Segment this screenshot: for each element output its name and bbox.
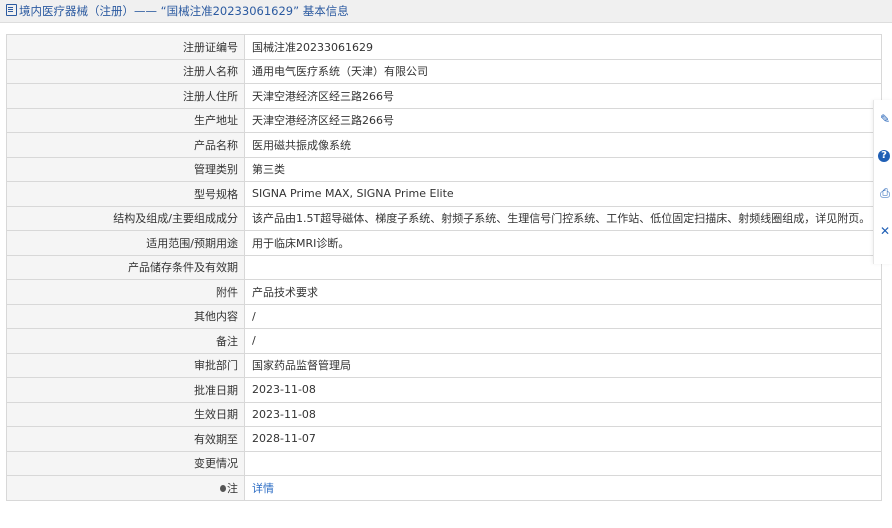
note-label: 注 [227, 481, 238, 495]
table-row: 结构及组成/主要组成成分 该产品由1.5T超导磁体、梯度子系统、射频子系统、生理信… [6, 205, 882, 231]
row-label: 注册人名称 [6, 58, 245, 84]
table-row: 注册证编号 国械注准20233061629 [6, 34, 882, 60]
table-row: 型号规格 SIGNA Prime MAX, SIGNA Prime Elite [6, 181, 882, 207]
row-value: 通用电气医疗系统（天津）有限公司 [244, 58, 882, 84]
row-value: 用于临床MRI诊断。 [244, 230, 882, 256]
row-value: 该产品由1.5T超导磁体、梯度子系统、射频子系统、生理信号门控系统、工作站、低位… [244, 205, 882, 231]
row-value: 2028-11-07 [244, 426, 882, 452]
pin-icon [220, 484, 226, 492]
row-value: 医用磁共振成像系统 [244, 132, 882, 158]
table-row: 有效期至 2028-11-07 [6, 426, 882, 452]
table-row: 产品名称 医用磁共振成像系统 [6, 132, 882, 158]
row-value: SIGNA Prime MAX, SIGNA Prime Elite [244, 181, 882, 207]
row-label: 注册证编号 [6, 34, 245, 60]
row-label: 产品储存条件及有效期 [6, 254, 245, 280]
table-row: 备注 / [6, 328, 882, 354]
table-row: 注册人名称 通用电气医疗系统（天津）有限公司 [6, 58, 882, 84]
row-label: 审批部门 [6, 352, 245, 378]
table-row: 批准日期 2023-11-08 [6, 377, 882, 403]
table-row: 生产地址 天津空港经济区经三路266号 [6, 107, 882, 133]
row-label: 管理类别 [6, 156, 245, 182]
help-icon[interactable]: ? [878, 150, 890, 162]
row-label: 产品名称 [6, 132, 245, 158]
row-value: / [244, 303, 882, 329]
row-value [244, 254, 882, 280]
row-value: 第三类 [244, 156, 882, 182]
row-value: 2023-11-08 [244, 401, 882, 427]
page-header: 境内医疗器械（注册）—— “国械注准20233061629” 基本信息 [0, 0, 892, 23]
row-value [244, 450, 882, 476]
row-label: 注册人住所 [6, 83, 245, 109]
edit-icon[interactable]: ✎ [878, 112, 892, 126]
row-label: 有效期至 [6, 426, 245, 452]
table-row: 附件 产品技术要求 [6, 279, 882, 305]
table-row-note: 注 详情 [6, 475, 882, 501]
note-value-cell: 详情 [244, 475, 882, 501]
row-value: 国械注准20233061629 [244, 34, 882, 60]
close-icon[interactable]: ✕ [878, 224, 892, 238]
row-label: 变更情况 [6, 450, 245, 476]
row-label: 适用范围/预期用途 [6, 230, 245, 256]
row-label: 附件 [6, 279, 245, 305]
row-value: 2023-11-08 [244, 377, 882, 403]
row-label: 其他内容 [6, 303, 245, 329]
floating-toolbar: ✎ ? ⎙ ✕ [873, 100, 892, 264]
table-row: 适用范围/预期用途 用于临床MRI诊断。 [6, 230, 882, 256]
print-icon[interactable]: ⎙ [878, 186, 892, 200]
row-value: 天津空港经济区经三路266号 [244, 107, 882, 133]
table-row: 产品储存条件及有效期 [6, 254, 882, 280]
row-value: 国家药品监督管理局 [244, 352, 882, 378]
row-label: 型号规格 [6, 181, 245, 207]
row-value: 天津空港经济区经三路266号 [244, 83, 882, 109]
row-label: 结构及组成/主要组成成分 [6, 205, 245, 231]
breadcrumb: 境内医疗器械（注册）—— “国械注准20233061629” 基本信息 [6, 0, 349, 22]
table-row: 变更情况 [6, 450, 882, 476]
table-row: 审批部门 国家药品监督管理局 [6, 352, 882, 378]
table-row: 管理类别 第三类 [6, 156, 882, 182]
table-row: 生效日期 2023-11-08 [6, 401, 882, 427]
row-label: 生效日期 [6, 401, 245, 427]
row-label: 备注 [6, 328, 245, 354]
doc-icon [6, 4, 17, 16]
details-link[interactable]: 详情 [252, 482, 274, 495]
table-row: 其他内容 / [6, 303, 882, 329]
table-row: 注册人住所 天津空港经济区经三路266号 [6, 83, 882, 109]
row-value: / [244, 328, 882, 354]
row-label: 批准日期 [6, 377, 245, 403]
note-label-cell: 注 [6, 475, 245, 501]
row-value: 产品技术要求 [244, 279, 882, 305]
info-table: 注册证编号 国械注准20233061629 注册人名称 通用电气医疗系统（天津）有限… [6, 34, 882, 501]
breadcrumb-text: 境内医疗器械（注册）—— “国械注准20233061629” 基本信息 [19, 4, 349, 18]
row-label: 生产地址 [6, 107, 245, 133]
